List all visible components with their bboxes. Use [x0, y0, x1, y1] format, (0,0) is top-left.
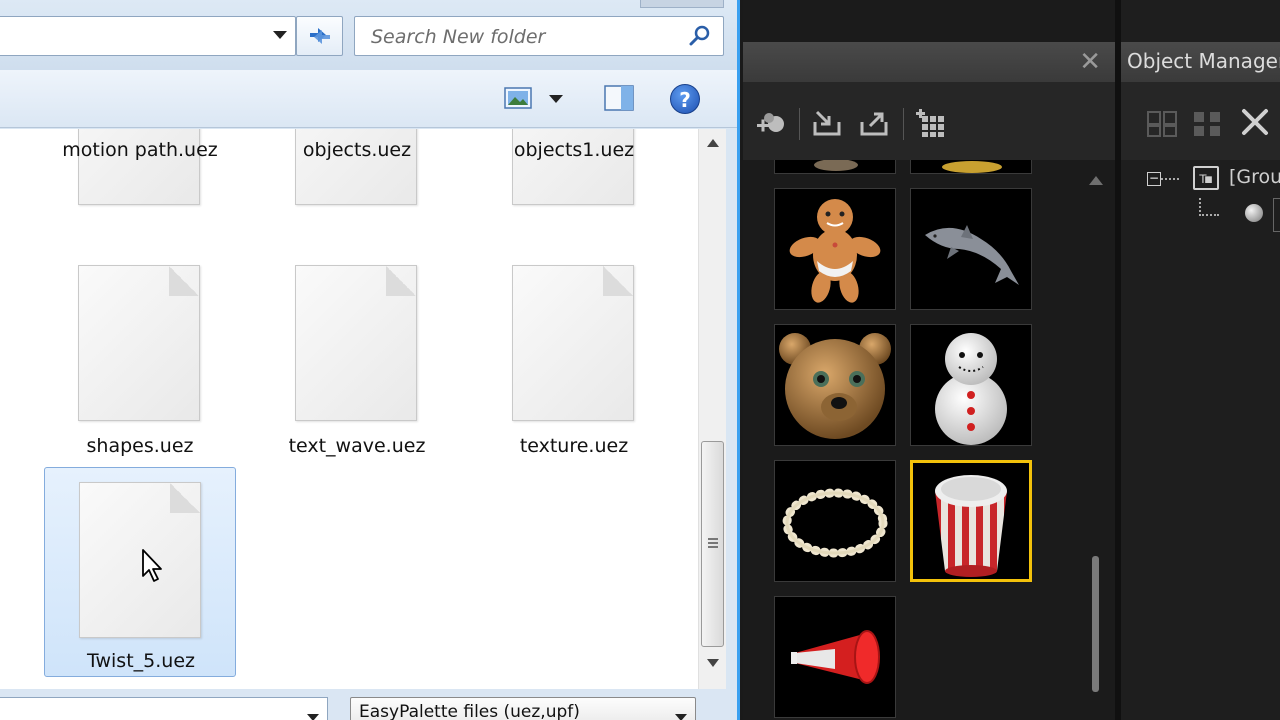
popcorn-thumbnail-selected[interactable]	[910, 460, 1032, 582]
file-name: objects1.uez	[513, 139, 635, 161]
file-item[interactable]: shapes.uez	[44, 265, 236, 475]
mouse-cursor-icon	[142, 549, 162, 582]
search-icon[interactable]	[689, 25, 711, 47]
document-icon	[79, 482, 201, 638]
gingerbread-man-icon	[789, 199, 881, 303]
object-manager-panel: Object Manager − T [Group	[1115, 0, 1280, 720]
dolphin-thumbnail[interactable]	[910, 188, 1032, 310]
gingerbread-thumbnail[interactable]	[774, 188, 896, 310]
file-item[interactable]: texture.uez	[478, 265, 670, 475]
file-type-select[interactable]: EasyPalette files (uez,upf)	[350, 697, 696, 720]
refresh-button[interactable]	[296, 16, 343, 56]
object-thumbnail-icon	[814, 160, 858, 171]
dolphin-icon	[925, 225, 1019, 285]
tree-connector	[1199, 198, 1219, 216]
object-thumbnail-icon	[942, 161, 1002, 173]
dialog-footer: EasyPalette files (uez,upf)	[0, 689, 737, 720]
file-name-input[interactable]	[0, 697, 328, 720]
export-icon[interactable]	[858, 108, 892, 138]
scroll-up-icon[interactable]	[1089, 176, 1103, 185]
object-manager-toolbar	[1121, 82, 1280, 160]
export-arrow-icon	[860, 112, 888, 136]
megaphone-icon	[791, 630, 880, 684]
ungroup-objects-icon[interactable]	[1191, 108, 1227, 138]
snowman-thumbnail[interactable]	[910, 324, 1032, 446]
change-view-icon[interactable]	[504, 86, 532, 110]
import-icon[interactable]	[811, 108, 845, 138]
add-to-library-icon[interactable]	[755, 108, 789, 138]
tree-row-group[interactable]: − T [Group	[1121, 160, 1280, 200]
megaphone-thumbnail[interactable]	[774, 596, 896, 718]
bear-head-icon	[779, 333, 891, 439]
object-manager-title-bar: Object Manager	[1121, 42, 1280, 82]
help-icon[interactable]: ?	[670, 84, 700, 114]
scroll-down-icon[interactable]	[707, 659, 719, 667]
file-item[interactable]: text_wave.uez	[261, 265, 453, 475]
palette-toolbar	[743, 82, 1115, 160]
search-placeholder: Search New folder	[371, 26, 546, 48]
palette-thumbnail[interactable]	[910, 160, 1032, 174]
easypalette-panel: ✕	[743, 0, 1115, 720]
pearl-necklace-thumbnail[interactable]	[774, 460, 896, 582]
document-icon	[512, 265, 634, 421]
snowman-icon	[935, 333, 1007, 445]
window-close-button[interactable]	[640, 0, 724, 8]
refresh-arrows-icon	[309, 28, 330, 44]
file-name-dropdown-icon[interactable]	[307, 714, 319, 720]
document-icon	[295, 265, 417, 421]
address-dropdown-icon[interactable]	[273, 31, 287, 39]
thumbnail-grid-icon	[916, 109, 944, 137]
popcorn-bucket-icon	[935, 475, 1007, 577]
dialog-toolbar: ?	[0, 70, 737, 128]
palette-scrollbar[interactable]	[1083, 160, 1111, 720]
search-field[interactable]: Search New folder	[354, 16, 724, 56]
collapse-icon[interactable]: −	[1147, 172, 1161, 186]
file-list: motion path.uez objects.uez objects1.uez…	[0, 129, 698, 689]
document-icon	[78, 265, 200, 421]
address-field[interactable]	[0, 16, 296, 56]
file-name: motion path.uez	[62, 139, 218, 161]
view-options-dropdown-icon[interactable]	[549, 95, 563, 103]
palette-thumbnail-grid	[743, 160, 1083, 720]
group-node-icon: T	[1193, 166, 1219, 190]
file-item[interactable]: objects.uez	[261, 129, 453, 259]
address-bar-area: Search New folder	[0, 0, 737, 70]
grid-layout-icon[interactable]	[914, 108, 948, 138]
file-type-value: EasyPalette files (uez,upf)	[359, 702, 580, 720]
pearl-necklace-icon	[782, 488, 888, 558]
palette-thumbnail[interactable]	[774, 160, 896, 174]
scroll-up-icon[interactable]	[707, 139, 719, 147]
palette-scrollbar-thumb[interactable]	[1092, 556, 1099, 692]
close-icon[interactable]: ✕	[1079, 48, 1101, 76]
group-objects-icon[interactable]	[1145, 108, 1181, 138]
chevron-down-icon	[675, 714, 687, 720]
palette-title-bar: ✕	[743, 42, 1115, 82]
file-item[interactable]: objects1.uez	[478, 129, 670, 259]
sphere-object-icon	[1245, 204, 1263, 222]
preview-pane-icon[interactable]	[604, 84, 634, 112]
object-manager-title: Object Manager	[1127, 49, 1280, 73]
file-item-selected[interactable]: Twist_5.uez	[44, 467, 236, 677]
scrollbar-thumb[interactable]	[701, 441, 724, 647]
add-objects-icon	[757, 113, 784, 132]
teddy-bear-thumbnail[interactable]	[774, 324, 896, 446]
tree-child-item[interactable]	[1273, 198, 1280, 232]
file-name: shapes.uez	[86, 435, 194, 457]
delete-icon[interactable]	[1239, 106, 1271, 138]
import-arrow-icon	[813, 110, 841, 136]
file-item[interactable]: motion path.uez	[44, 129, 236, 259]
file-name: objects.uez	[302, 139, 412, 161]
file-list-scrollbar[interactable]	[698, 129, 726, 689]
file-name: text_wave.uez	[288, 435, 426, 457]
file-open-dialog: Search New folder ? motion path.uez obje…	[0, 0, 740, 720]
file-name: texture.uez	[519, 435, 629, 457]
file-name: Twist_5.uez	[87, 650, 195, 672]
tree-node-label: [Group	[1229, 166, 1280, 188]
